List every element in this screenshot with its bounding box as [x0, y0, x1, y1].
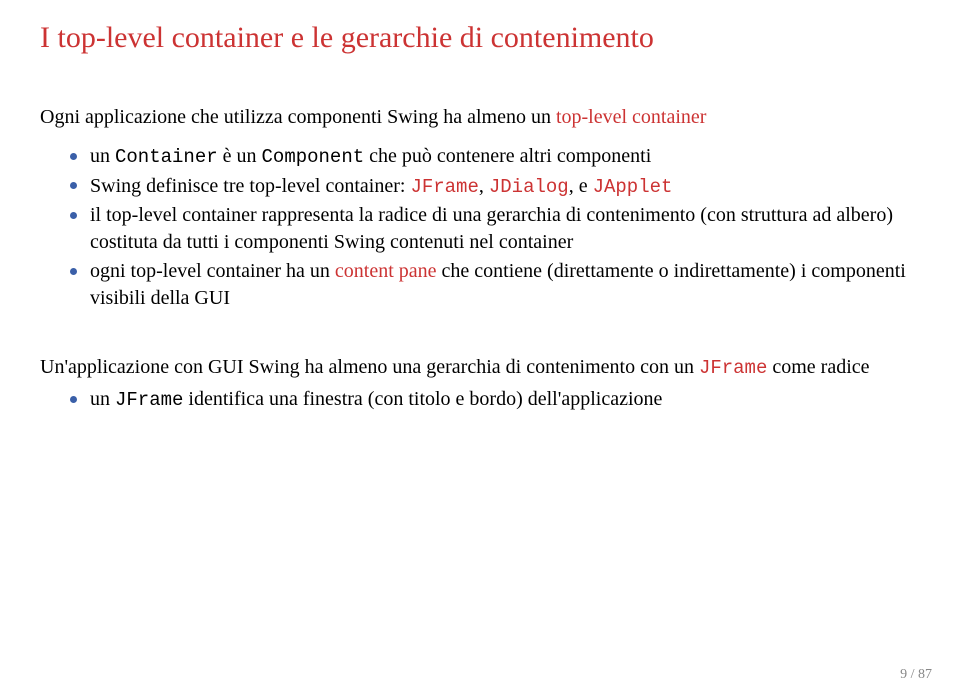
section2-intro: Un'applicazione con GUI Swing ha almeno … — [40, 354, 920, 382]
code-token: JFrame — [115, 389, 183, 411]
list-item: ogni top-level container ha un content p… — [70, 258, 920, 312]
code-token: JDialog — [489, 176, 569, 198]
text-span: , e — [569, 175, 593, 197]
main-bullet-list: un Container è un Component che può cont… — [40, 143, 920, 312]
slide-title: I top-level container e le gerarchie di … — [40, 20, 920, 56]
text-span: ogni top-level container ha un — [90, 260, 335, 282]
text-span: un — [90, 145, 115, 167]
list-item: Swing definisce tre top-level container:… — [70, 173, 920, 201]
section2-bullet-list: un JFrame identifica una finestra (con t… — [40, 386, 920, 414]
code-token: JFrame — [410, 176, 478, 198]
list-item: il top-level container rappresenta la ra… — [70, 202, 920, 256]
page-number: 9 / 87 — [900, 667, 932, 683]
text-span: come radice — [767, 356, 869, 378]
list-item: un JFrame identifica una finestra (con t… — [70, 386, 920, 414]
code-token: JApplet — [593, 176, 673, 198]
accent-text: content pane — [335, 260, 437, 282]
text-span: Swing definisce tre top-level container: — [90, 175, 410, 197]
list-item: un Container è un Component che può cont… — [70, 143, 920, 171]
text-span: identifica una finestra (con titolo e bo… — [183, 388, 662, 410]
intro-paragraph: Ogni applicazione che utilizza component… — [40, 104, 920, 131]
text-span: che può contenere altri componenti — [364, 145, 651, 167]
text-span: , — [479, 175, 489, 197]
text-span: Un'applicazione con GUI Swing ha almeno … — [40, 356, 699, 378]
section-two: Un'applicazione con GUI Swing ha almeno … — [40, 354, 920, 413]
intro-accent: top-level container — [556, 106, 707, 128]
text-span: il top-level container rappresenta la ra… — [90, 204, 893, 253]
text-span: un — [90, 388, 115, 410]
code-token: Container — [115, 146, 218, 168]
code-token: JFrame — [699, 357, 767, 379]
code-token: Component — [262, 146, 365, 168]
text-span: è un — [218, 145, 262, 167]
intro-pre: Ogni applicazione che utilizza component… — [40, 106, 556, 128]
